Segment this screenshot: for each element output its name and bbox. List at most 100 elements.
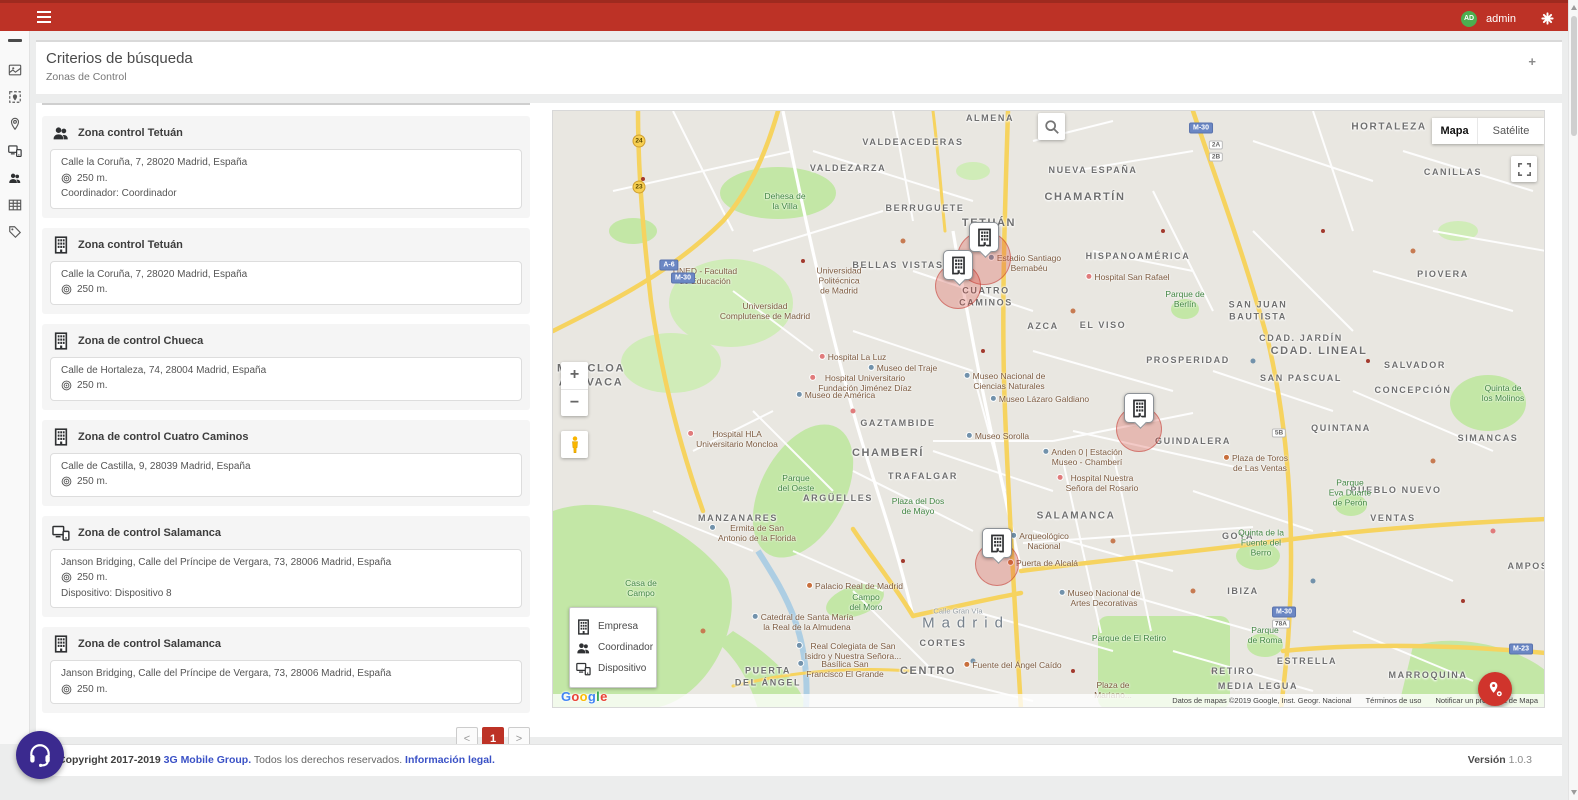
avatar[interactable]: AD: [1461, 11, 1477, 27]
radius-icon: [61, 380, 72, 391]
zone-radius: 250 m.: [77, 474, 108, 490]
map-canvas[interactable]: ALMENAVALDEACEDERASVALDEZARZANUEVA ESPAÑ…: [552, 110, 1545, 708]
sidebar: [0, 31, 30, 744]
zone-address: Janson Bridging, Calle del Príncipe de V…: [61, 555, 511, 571]
sidebar-item-users[interactable]: [0, 164, 30, 191]
map-markers: [553, 111, 1545, 708]
zone-details: Calle de Hortaleza, 74, 28004 Madrid, Es…: [50, 357, 522, 401]
zone-card[interactable]: Zona de control Chueca Calle de Hortaleza…: [42, 324, 530, 410]
building-icon: [52, 428, 70, 446]
zone-card[interactable]: Zona control Tetuán Calle la Coruña, 7, 2…: [42, 116, 530, 218]
sidebar-item-zones[interactable]: [0, 83, 30, 110]
zone-title: Zona de control Cuatro Caminos: [78, 431, 249, 443]
footer-copyright: Copyright 2017-2019 3G Mobile Group. Tod…: [58, 754, 495, 766]
terms-of-use-link[interactable]: Términos de uso: [1366, 696, 1422, 705]
content-panel: Zona control Tetuán Calle la Coruña, 7, 2…: [36, 103, 1562, 737]
zone-radius: 250 m.: [77, 171, 108, 187]
search-criteria-panel: Criterios de búsqueda Zonas de Control +: [36, 40, 1562, 95]
hamburger-menu-icon[interactable]: [36, 10, 52, 24]
search-icon: [1044, 119, 1060, 135]
zoom-in-button[interactable]: +: [561, 362, 588, 390]
scroll-down-icon[interactable]: [1571, 790, 1577, 795]
zone-radius: 250 m.: [77, 570, 108, 586]
headset-icon: [27, 742, 53, 768]
map-type-satellite-button[interactable]: Satélite: [1478, 118, 1544, 144]
building-icon: [52, 635, 70, 653]
version-number: 1.0.3: [1506, 754, 1532, 766]
zone-card[interactable]: Zona control TetuánCalle la Coruña, 7, 2…: [42, 228, 530, 314]
legend-label: Dispositivo: [598, 663, 646, 674]
map-legend: Empresa Coordinador Dispositivo: [569, 607, 657, 688]
sidebar-item-devices[interactable]: [0, 137, 30, 164]
map-search-button[interactable]: [1038, 113, 1065, 140]
zone-icon: [8, 90, 22, 104]
map-marker-empresa[interactable]: [943, 250, 973, 280]
radius-icon: [61, 476, 72, 487]
radius-icon: [61, 684, 72, 695]
map-type-control: Mapa Satélite: [1432, 118, 1544, 144]
footer-rights: Todos los derechos reservados.: [251, 754, 405, 766]
zone-card[interactable]: Zona de control SalamancaJanson Bridging…: [42, 516, 530, 618]
legal-info-link[interactable]: Información legal.: [405, 754, 495, 766]
pegman-control[interactable]: [561, 431, 588, 458]
building-icon: [52, 236, 70, 254]
zone-title: Zona de control Chueca: [78, 335, 203, 347]
attribution-copyright: Datos de mapas ©2019 Google, Inst. Geogr…: [1172, 696, 1351, 705]
zone-extra: Coordinador: Coordinador: [61, 186, 511, 202]
building-icon: [52, 332, 70, 350]
google-logo: Google: [561, 689, 608, 704]
fullscreen-icon: [1518, 163, 1531, 176]
users-icon: [8, 171, 22, 185]
map-attribution: Datos de mapas ©2019 Google, Inst. Geogr…: [553, 694, 1544, 707]
pegman-icon: [569, 435, 581, 455]
legend-label: Empresa: [598, 621, 638, 632]
tag-icon: [8, 225, 22, 239]
footer-copyright-prefix: Copyright 2017-2019: [58, 754, 164, 766]
fullscreen-button[interactable]: [1511, 156, 1537, 182]
map-marker-empresa[interactable]: [982, 528, 1012, 558]
zone-radius: 250 m.: [77, 282, 108, 298]
legend-label: Coordinador: [598, 642, 653, 653]
building-icon: [576, 619, 591, 635]
zone-title: Zona control Tetuán: [78, 127, 183, 139]
zoom-control: + −: [561, 362, 588, 416]
user-menu[interactable]: admin: [1486, 13, 1516, 25]
zone-details: Calle la Coruña, 7, 28020 Madrid, España…: [50, 149, 522, 209]
sidebar-item-reports[interactable]: [0, 191, 30, 218]
zone-details: Calle de Castilla, 9, 28039 Madrid, Espa…: [50, 453, 522, 497]
zone-card[interactable]: Zona de control Cuatro Caminos Calle de C…: [42, 420, 530, 506]
support-chat-fab[interactable]: [16, 731, 64, 779]
zone-details: Janson Bridging, Calle del Príncipe de V…: [50, 660, 522, 704]
company-link[interactable]: 3G Mobile Group.: [164, 754, 252, 766]
zone-details: Calle la Coruña, 7, 28020 Madrid, España…: [50, 261, 522, 305]
settings-asterisk-icon[interactable]: [1541, 12, 1554, 25]
zoom-out-button[interactable]: −: [561, 390, 588, 417]
map-type-map-button[interactable]: Mapa: [1432, 118, 1478, 144]
grid-icon: [8, 198, 22, 212]
scroll-thumb[interactable]: [1571, 16, 1577, 136]
map-marker-empresa[interactable]: [1124, 393, 1154, 423]
zone-radius: 250 m.: [77, 682, 108, 698]
legend-item-coordinador: Coordinador: [576, 637, 650, 658]
page-scrollbar[interactable]: [1568, 0, 1578, 800]
sidebar-item-map[interactable]: [0, 56, 30, 83]
map-action-fab[interactable]: [1478, 672, 1512, 706]
scroll-up-icon[interactable]: [1571, 5, 1577, 10]
footer-version: Versión 1.0.3: [1468, 754, 1532, 766]
map-marker-empresa[interactable]: [969, 222, 999, 252]
zone-card[interactable]: Zona de control SalamancaJanson Bridging…: [42, 627, 530, 713]
devices-icon: [576, 661, 591, 677]
sidebar-item-locations[interactable]: [0, 110, 30, 137]
radius-icon: [61, 173, 72, 184]
version-label: Versión: [1468, 754, 1506, 766]
zone-address: Calle de Hortaleza, 74, 28004 Madrid, Es…: [61, 363, 511, 379]
footer: Copyright 2017-2019 3G Mobile Group. Tod…: [36, 744, 1562, 776]
radius-icon: [61, 572, 72, 583]
expand-criteria-button[interactable]: +: [1528, 54, 1536, 69]
map-pin-icon: [1486, 680, 1505, 699]
zone-details: Janson Bridging, Calle del Príncipe de V…: [50, 549, 522, 609]
criteria-subtitle: Zonas de Control: [46, 71, 127, 83]
sidebar-item-tags[interactable]: [0, 218, 30, 245]
sidebar-logo: [8, 39, 22, 42]
map-icon: [8, 63, 22, 77]
